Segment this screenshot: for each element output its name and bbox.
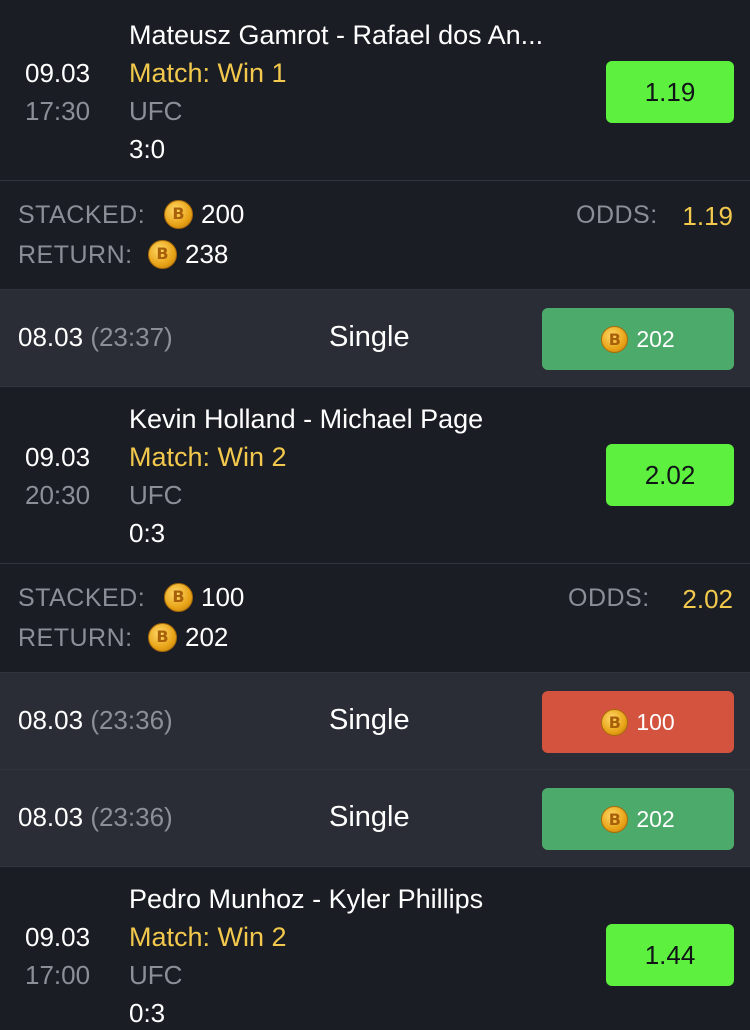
bet-amount: 202 — [636, 325, 675, 352]
bet-date: 08.03 (23:37) — [18, 322, 173, 353]
match-date: 09.03 — [25, 442, 91, 472]
bet-amount: 100 — [636, 708, 675, 735]
stacked-label: STACKED: — [18, 201, 146, 229]
match-league: UFC — [129, 96, 183, 126]
match-market: Match: Win 1 — [129, 58, 287, 88]
bet-date: 08.03 (23:36) — [18, 802, 173, 833]
bet-type: Single — [329, 704, 410, 736]
match-time: 20:30 — [25, 480, 91, 510]
return-label: RETURN: — [18, 624, 133, 652]
odds-button[interactable]: 1.44 — [606, 924, 734, 986]
bet-result-badge[interactable]: 100 — [542, 691, 734, 753]
return-amount: 202 — [185, 622, 229, 652]
coin-icon — [601, 805, 629, 833]
bet-date-text: 08.03 — [18, 705, 84, 735]
match-time: 17:00 — [25, 960, 91, 990]
bet-row[interactable]: 08.03 (23:36) Single 100 — [0, 673, 750, 770]
bet-time: (23:37) — [90, 322, 173, 352]
odds-value: 1.19 — [682, 201, 733, 231]
bet-result-badge[interactable]: 202 — [542, 308, 734, 370]
match-market: Match: Win 2 — [129, 442, 287, 472]
return-value: 238 — [148, 239, 228, 270]
bet-result-badge[interactable]: 202 — [542, 788, 734, 850]
match-row[interactable]: 09.03 20:30 Kevin Holland - Michael Page… — [0, 387, 750, 564]
bet-date-text: 08.03 — [18, 322, 84, 352]
match-time: 17:30 — [25, 96, 91, 126]
return-label: RETURN: — [18, 241, 133, 269]
match-date: 09.03 — [25, 922, 91, 952]
coin-icon — [148, 623, 177, 652]
match-date: 09.03 — [25, 58, 91, 88]
bet-summary: STACKED: 200 RETURN: 238 ODDS: 1.19 — [0, 181, 750, 290]
stacked-label: STACKED: — [18, 584, 146, 612]
odds-value: 2.02 — [682, 584, 733, 614]
odds-button[interactable]: 1.19 — [606, 61, 734, 123]
bet-amount: 202 — [636, 805, 675, 832]
bet-time: (23:36) — [90, 705, 173, 735]
bet-row[interactable]: 08.03 (23:36) Single 202 — [0, 770, 750, 867]
odds-label: ODDS: — [568, 584, 650, 612]
match-title: Mateusz Gamrot - Rafael dos An... — [129, 20, 544, 50]
match-market: Match: Win 2 — [129, 922, 287, 952]
bet-date: 08.03 (23:36) — [18, 705, 173, 736]
return-amount: 238 — [185, 239, 229, 269]
coin-icon — [164, 583, 193, 612]
match-score: 0:3 — [129, 518, 166, 548]
bet-row[interactable]: 08.03 (23:37) Single 202 — [0, 290, 750, 387]
match-league: UFC — [129, 960, 183, 990]
match-row[interactable]: 09.03 17:30 Mateusz Gamrot - Rafael dos … — [0, 0, 750, 181]
bet-date-text: 08.03 — [18, 802, 84, 832]
return-value: 202 — [148, 622, 228, 653]
bet-type: Single — [329, 321, 410, 353]
match-score: 3:0 — [129, 134, 166, 164]
bet-time: (23:36) — [90, 802, 173, 832]
coin-icon — [148, 240, 177, 269]
match-league: UFC — [129, 480, 183, 510]
match-title: Pedro Munhoz - Kyler Phillips — [129, 884, 484, 914]
stacked-value: 200 — [164, 199, 244, 230]
coin-icon — [601, 325, 629, 353]
stacked-amount: 200 — [201, 199, 245, 229]
stacked-amount: 100 — [201, 582, 245, 612]
match-row[interactable]: 09.03 17:00 Pedro Munhoz - Kyler Phillip… — [0, 867, 750, 1030]
odds-label: ODDS: — [576, 201, 658, 229]
match-title: Kevin Holland - Michael Page — [129, 404, 484, 434]
coin-icon — [164, 200, 193, 229]
match-score: 0:3 — [129, 998, 166, 1028]
odds-button[interactable]: 2.02 — [606, 444, 734, 506]
coin-icon — [601, 708, 629, 736]
stacked-value: 100 — [164, 582, 244, 613]
bet-summary: STACKED: 100 RETURN: 202 ODDS: 2.02 — [0, 564, 750, 673]
bet-type: Single — [329, 801, 410, 833]
